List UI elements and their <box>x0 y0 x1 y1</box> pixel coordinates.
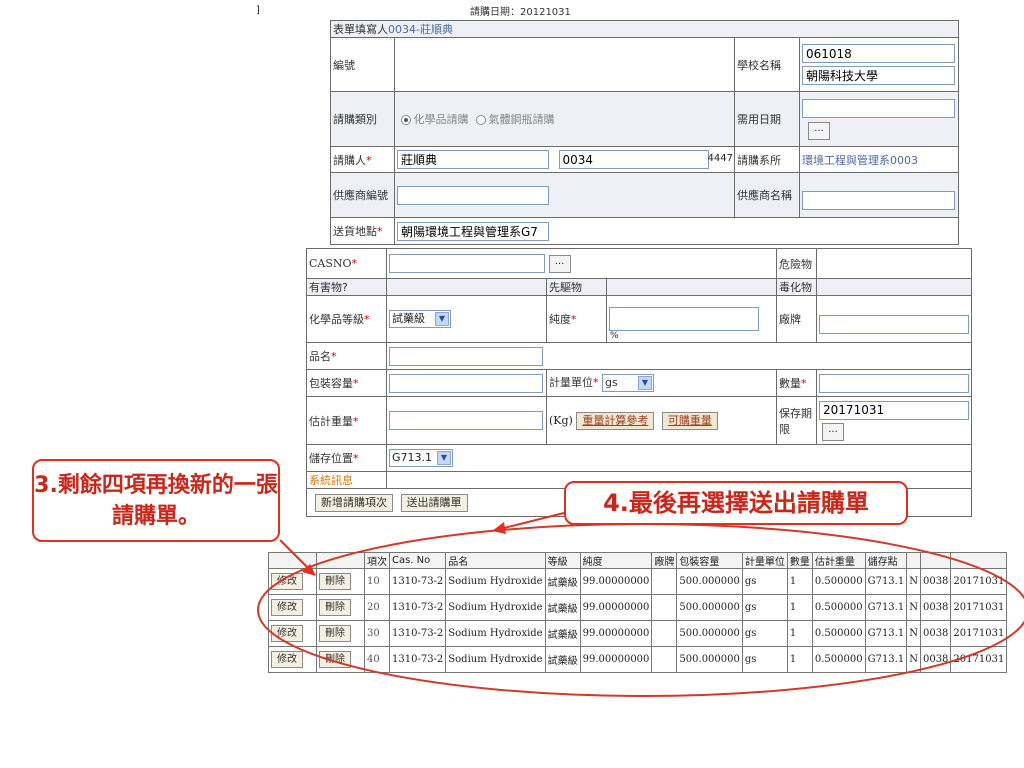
arrow-head-right <box>492 522 506 534</box>
annotation-overlay <box>257 511 1024 697</box>
highlight-ellipse <box>257 523 1024 697</box>
callout-right: 4.最後再選擇送出請購單 <box>564 481 908 525</box>
callout-left: 3.剩餘四項再換新的一張請購單。 <box>32 459 280 542</box>
